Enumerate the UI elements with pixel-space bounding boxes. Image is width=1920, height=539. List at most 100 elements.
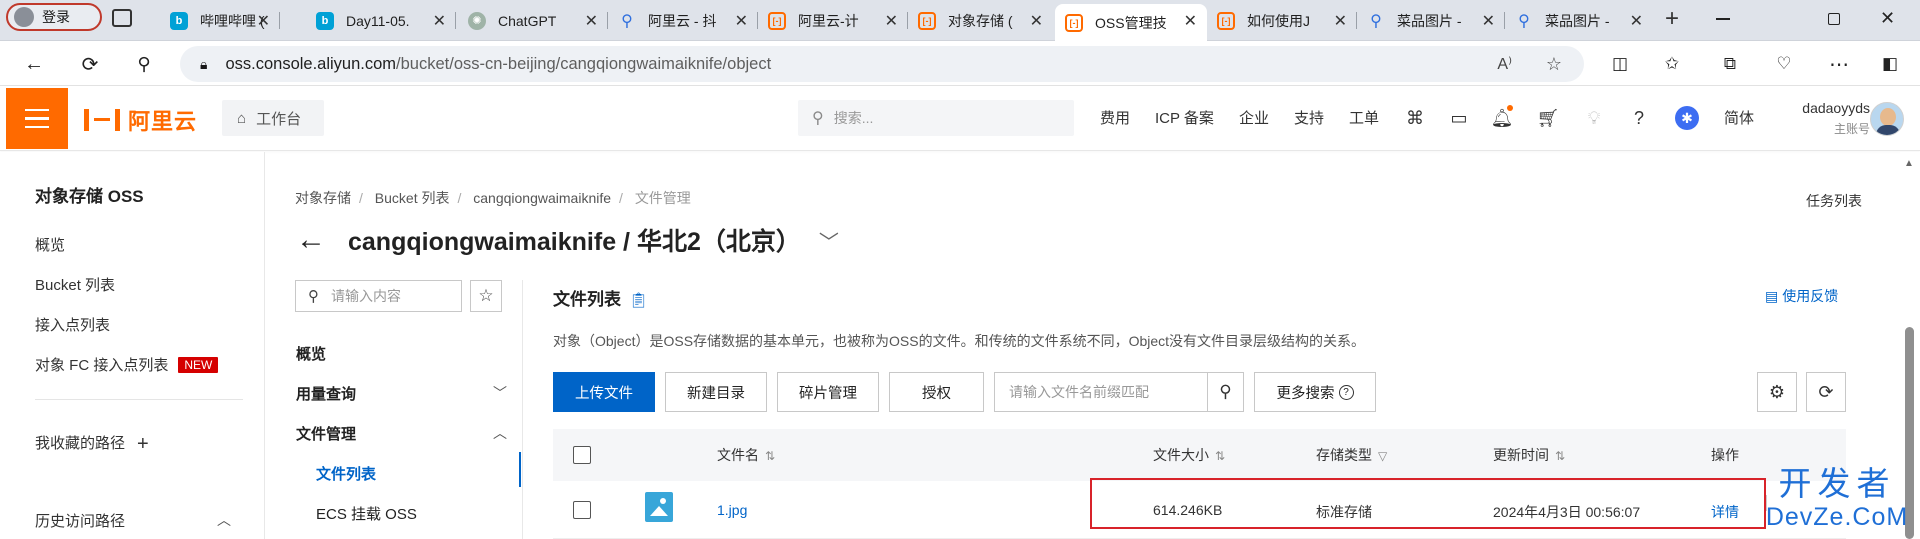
collections-icon[interactable]: ⧉	[1716, 50, 1744, 78]
notification-bell-icon[interactable]: 🔔︎	[1490, 105, 1514, 130]
tab-how-to-use[interactable]: [-] 如何使用J ✕	[1207, 4, 1357, 37]
task-list-link[interactable]: 任务列表	[1806, 191, 1862, 211]
menu-icon[interactable]	[6, 88, 68, 149]
login-button[interactable]: 登录	[6, 3, 102, 31]
close-tab-icon[interactable]: ✕	[1630, 11, 1643, 31]
feedback-link[interactable]: ▤ 使用反馈	[1765, 286, 1838, 306]
breadcrumb-item[interactable]: Bucket 列表	[375, 190, 450, 206]
sidebar-item-bucket-list[interactable]: Bucket 列表	[35, 274, 115, 295]
filter-icon[interactable]: ▽	[1378, 449, 1387, 463]
close-tab-icon[interactable]: ✕	[1030, 11, 1043, 31]
favorites-icon[interactable]: ✩	[1658, 50, 1686, 78]
col-header-storage-type[interactable]: 存储类型 ▽	[1316, 445, 1387, 465]
url-bar[interactable]: 🔒︎ oss.console.aliyun.com /bucket/oss-cn…	[180, 46, 1584, 82]
language-switch[interactable]: 简体	[1724, 107, 1754, 128]
aliyun-logo[interactable]: 阿里云	[84, 104, 197, 136]
fragment-management-button[interactable]: 碎片管理	[777, 372, 879, 412]
avatar[interactable]	[1870, 102, 1904, 136]
close-window-icon[interactable]: ✕	[1880, 8, 1895, 29]
cloud-shell-icon[interactable]: ⌘	[1403, 106, 1427, 130]
sort-icon[interactable]: ⇅	[1555, 449, 1565, 463]
tab-aliyun-search[interactable]: ⚲ 阿里云 - 抖 ✕	[608, 4, 758, 37]
restore-icon[interactable]	[1828, 13, 1840, 25]
ai-assistant-icon[interactable]: ✱	[1675, 106, 1699, 130]
tab-dish-images-2[interactable]: ⚲ 菜品图片 - ✕	[1505, 4, 1653, 37]
close-tab-icon[interactable]: ✕	[257, 11, 270, 31]
subnav-overview[interactable]: 概览	[296, 343, 326, 364]
chevron-up-icon[interactable]: ︿	[217, 510, 231, 530]
new-directory-button[interactable]: 新建目录	[665, 372, 767, 412]
row-checkbox[interactable]	[573, 501, 591, 519]
breadcrumb-item[interactable]: cangqiongwaimaiknife	[473, 190, 611, 206]
file-name-link[interactable]: 1.jpg	[717, 502, 747, 518]
sidebar-item-history[interactable]: 历史访问路径 ︿	[35, 510, 235, 531]
select-all-checkbox[interactable]	[573, 446, 591, 464]
user-info[interactable]: dadaoyyds 主账号	[1770, 100, 1870, 137]
authorize-button[interactable]: 授权	[889, 372, 984, 412]
scroll-up-icon[interactable]: ▲	[1904, 158, 1914, 169]
close-tab-icon[interactable]: ✕	[585, 11, 598, 31]
header-link-support[interactable]: 支持	[1294, 107, 1324, 128]
close-tab-icon[interactable]: ✕	[885, 11, 898, 31]
sort-icon[interactable]: ⇅	[1215, 449, 1225, 463]
file-search-input[interactable]: 请输入文件名前缀匹配 ⚲	[994, 372, 1244, 412]
close-tab-icon[interactable]: ✕	[1334, 11, 1347, 31]
more-menu-icon[interactable]: ⋯	[1825, 50, 1853, 78]
close-tab-icon[interactable]: ✕	[735, 11, 748, 31]
col-header-size[interactable]: 文件大小 ⇅	[1153, 445, 1225, 465]
chevron-down-icon[interactable]: ﹀	[819, 226, 839, 255]
tab-oss-management[interactable]: [-] OSS管理技 ✕	[1055, 4, 1207, 41]
search-icon[interactable]: ⚲	[130, 50, 158, 78]
sidebar-item-overview[interactable]: 概览	[35, 234, 65, 255]
tab-bilibili-1[interactable]: b 哔哩哔哩 ( ✕	[160, 4, 280, 37]
col-header-updated[interactable]: 更新时间 ⇅	[1493, 445, 1565, 465]
tab-chatgpt[interactable]: ✺ ChatGPT ✕	[458, 4, 608, 37]
tab-object-storage[interactable]: [-] 对象存储 ( ✕	[908, 4, 1053, 37]
sidebar-item-fc-access-points[interactable]: 对象 FC 接入点列表 NEW	[35, 354, 219, 375]
upload-file-button[interactable]: 上传文件	[553, 372, 655, 412]
refresh-icon[interactable]: ⟳	[1806, 372, 1846, 412]
clipboard-icon[interactable]: 📋︎	[629, 292, 648, 309]
sidebar-toggle-icon[interactable]: ◧	[1876, 50, 1904, 78]
tab-bilibili-2[interactable]: b Day11-05. ✕	[306, 4, 456, 37]
chevron-up-icon[interactable]: ︿	[493, 423, 507, 443]
workbench-button[interactable]: ⌂ 工作台	[222, 100, 324, 136]
chevron-down-icon[interactable]: ﹀	[493, 383, 507, 403]
minimize-icon[interactable]	[1716, 18, 1730, 20]
help-icon[interactable]: ?	[1627, 106, 1651, 130]
sidebar-item-access-points[interactable]: 接入点列表	[35, 314, 110, 335]
header-link-icp[interactable]: ICP 备案	[1155, 107, 1214, 128]
tab-aliyun-compute[interactable]: [-] 阿里云-计 ✕	[758, 4, 908, 37]
search-icon[interactable]: ⚲	[1207, 373, 1243, 411]
new-tab-icon[interactable]: +	[1665, 5, 1679, 33]
close-tab-icon[interactable]: ✕	[1184, 11, 1197, 31]
read-aloud-icon[interactable]: A⁾	[1497, 54, 1512, 74]
menu-search-input[interactable]: ⚲ 请输入内容	[295, 280, 462, 312]
plus-icon[interactable]: +	[137, 433, 149, 455]
col-header-filename[interactable]: 文件名 ⇅	[717, 445, 775, 465]
settings-gear-icon[interactable]: ⚙	[1757, 372, 1797, 412]
back-arrow-icon[interactable]: ←	[296, 223, 326, 257]
sidebar-item-favorites[interactable]: 我收藏的路径 +	[35, 432, 149, 456]
subnav-file-management[interactable]: 文件管理	[296, 423, 356, 444]
split-screen-icon[interactable]: ◫	[1606, 50, 1634, 78]
sort-icon[interactable]: ⇅	[765, 449, 775, 463]
tab-dish-images-1[interactable]: ⚲ 菜品图片 - ✕	[1357, 4, 1505, 37]
terminal-icon[interactable]: ▭	[1447, 106, 1471, 130]
favorite-star-icon[interactable]: ☆	[1546, 54, 1562, 75]
more-search-button[interactable]: 更多搜索?	[1254, 372, 1376, 412]
subnav-file-list[interactable]: 文件列表	[316, 463, 376, 484]
breadcrumb-item[interactable]: 对象存储	[295, 190, 351, 206]
header-link-billing[interactable]: 费用	[1100, 107, 1130, 128]
subnav-ecs-mount[interactable]: ECS 挂载 OSS	[316, 503, 417, 524]
browser-essentials-icon[interactable]: ♡	[1770, 50, 1798, 78]
header-search-input[interactable]: ⚲ 搜索...	[798, 100, 1074, 136]
header-link-enterprise[interactable]: 企业	[1239, 107, 1269, 128]
header-link-ticket[interactable]: 工单	[1349, 107, 1379, 128]
reload-icon[interactable]: ⟳	[76, 50, 104, 78]
subnav-usage[interactable]: 用量查询	[296, 383, 356, 404]
cart-icon[interactable]: 🛒︎	[1536, 106, 1560, 130]
star-icon[interactable]: ☆	[470, 280, 502, 312]
lightbulb-icon[interactable]: 💡︎	[1582, 106, 1606, 130]
back-icon[interactable]: ←	[20, 50, 48, 78]
